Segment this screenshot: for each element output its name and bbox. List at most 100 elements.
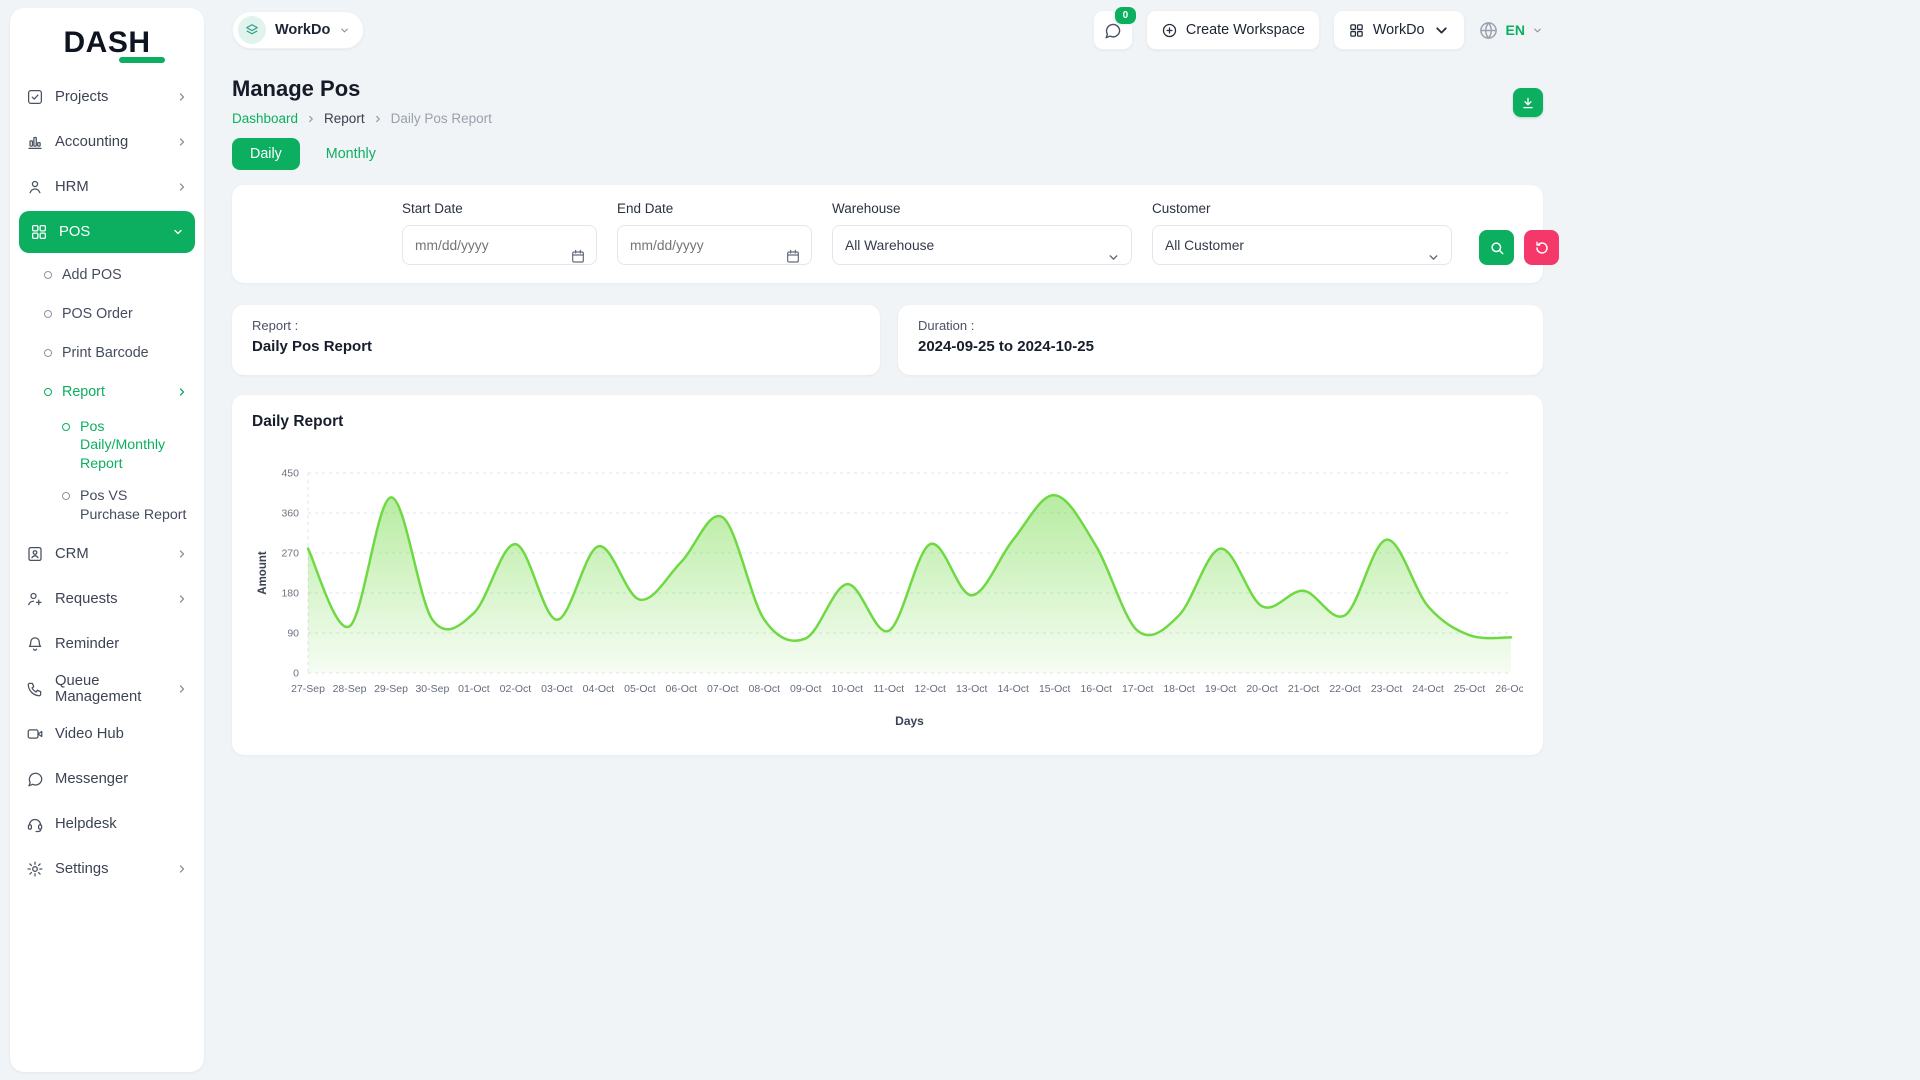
sidebar-item-video-hub[interactable]: Video Hub (10, 711, 204, 756)
sidebar-item-label: Pos VS Purchase Report (80, 487, 188, 524)
chevron-right-icon (373, 114, 383, 124)
reset-filter-button[interactable] (1524, 230, 1559, 265)
svg-text:0: 0 (293, 668, 299, 680)
start-date-label: Start Date (402, 201, 597, 216)
breadcrumb-report[interactable]: Report (324, 111, 365, 126)
svg-text:29-Sep: 29-Sep (374, 683, 408, 695)
svg-text:03-Oct: 03-Oct (541, 683, 573, 695)
accounting-icon (26, 133, 44, 151)
sidebar-item-add-pos[interactable]: Add POS (10, 255, 204, 294)
start-date-input[interactable] (402, 225, 597, 265)
plus-circle-icon (1161, 22, 1178, 39)
svg-text:09-Oct: 09-Oct (790, 683, 822, 695)
messages-button[interactable]: 0 (1093, 10, 1133, 50)
bullet-circle-icon (44, 349, 52, 357)
breadcrumb-dashboard[interactable]: Dashboard (232, 111, 298, 126)
language-code: EN (1506, 22, 1525, 38)
duration-value: 2024-09-25 to 2024-10-25 (918, 338, 1523, 355)
svg-text:24-Oct: 24-Oct (1412, 683, 1444, 695)
tab-monthly[interactable]: Monthly (308, 138, 394, 170)
sidebar-item-messenger[interactable]: Messenger (10, 756, 204, 801)
workspace-avatar (238, 16, 266, 44)
messenger-icon (26, 770, 44, 788)
sidebar-item-reminder[interactable]: Reminder (10, 621, 204, 666)
workspace-selector[interactable]: WorkDo (232, 11, 364, 49)
svg-text:90: 90 (287, 628, 299, 640)
app-logo[interactable]: DASH (10, 20, 204, 66)
bullet-circle-icon (44, 310, 52, 318)
svg-text:27-Sep: 27-Sep (291, 683, 325, 695)
svg-text:12-Oct: 12-Oct (914, 683, 946, 695)
bullet-circle-icon (62, 423, 70, 431)
svg-text:450: 450 (281, 468, 299, 480)
sidebar-item-label: Video Hub (55, 726, 124, 742)
svg-text:14-Oct: 14-Oct (997, 683, 1029, 695)
projects-icon (26, 88, 44, 106)
chevron-right-icon (176, 683, 188, 695)
customer-field: Customer All Customer (1152, 201, 1452, 265)
sidebar-item-crm[interactable]: CRM (10, 531, 204, 576)
page-title: Manage Pos (232, 76, 492, 102)
sidebar-item-pos[interactable]: POS (19, 211, 195, 253)
download-icon (1521, 96, 1535, 110)
language-selector[interactable]: EN (1478, 20, 1543, 41)
sidebar-item-pos-vs-purchase-report[interactable]: Pos VS Purchase Report (10, 480, 204, 531)
requests-icon (26, 590, 44, 608)
svg-text:30-Sep: 30-Sep (415, 683, 449, 695)
svg-text:25-Oct: 25-Oct (1454, 683, 1486, 695)
svg-text:01-Oct: 01-Oct (458, 683, 490, 695)
sidebar-menu: ProjectsAccounting HRM POS Add POSPOS Order… (10, 74, 204, 891)
sidebar-item-pos-daily-monthly-report[interactable]: Pos Daily/Monthly Report (10, 411, 204, 480)
filter-actions (1479, 230, 1559, 265)
create-workspace-label: Create Workspace (1186, 22, 1305, 38)
sidebar-item-settings[interactable]: Settings (10, 846, 204, 891)
sidebar-item-helpdesk[interactable]: Helpdesk (10, 801, 204, 846)
warehouse-select[interactable]: All Warehouse (832, 225, 1132, 265)
sidebar-item-pos-order[interactable]: POS Order (10, 294, 204, 333)
top-bar: WorkDo 0 Create Workspace WorkDo EN (232, 8, 1543, 52)
workspace-name: WorkDo (275, 22, 330, 38)
svg-text:13-Oct: 13-Oct (956, 683, 988, 695)
create-workspace-button[interactable]: Create Workspace (1146, 10, 1320, 50)
chevron-right-icon (176, 386, 188, 398)
hrm-icon (26, 178, 44, 196)
sidebar-item-accounting[interactable]: Accounting (10, 119, 204, 164)
user-menu-label: WorkDo (1373, 22, 1425, 38)
end-date-label: End Date (617, 201, 812, 216)
svg-text:11-Oct: 11-Oct (873, 683, 904, 695)
chevron-down-icon (172, 226, 184, 238)
sidebar-item-projects[interactable]: Projects (10, 74, 204, 119)
bullet-circle-icon (44, 388, 52, 396)
sidebar-item-requests[interactable]: Requests (10, 576, 204, 621)
end-date-input[interactable] (617, 225, 812, 265)
apply-filter-button[interactable] (1479, 230, 1514, 265)
warehouse-label: Warehouse (832, 201, 1132, 216)
sidebar-item-report[interactable]: Report (10, 372, 204, 411)
report-period-tabs: Daily Monthly (232, 138, 394, 170)
svg-text:10-Oct: 10-Oct (832, 683, 864, 695)
sidebar-item-queue-management[interactable]: Queue Management (10, 666, 204, 711)
download-report-button[interactable] (1513, 88, 1543, 117)
svg-text:21-Oct: 21-Oct (1288, 683, 1320, 695)
duration-label: Duration : (918, 318, 1523, 333)
daily-report-chart: 09018027036045027-Sep28-Sep29-Sep30-Sep0… (252, 459, 1523, 731)
tab-daily[interactable]: Daily (232, 138, 300, 170)
sidebar-item-label: HRM (55, 179, 89, 195)
svg-text:07-Oct: 07-Oct (707, 683, 739, 695)
chevron-right-icon (176, 548, 188, 560)
grid-icon (1348, 22, 1365, 39)
sidebar-item-label: POS (59, 224, 90, 240)
customer-select[interactable]: All Customer (1152, 225, 1452, 265)
sidebar-item-hrm[interactable]: HRM (10, 164, 204, 209)
chevron-down-icon (1532, 25, 1543, 36)
chevron-right-icon (176, 863, 188, 875)
svg-text:19-Oct: 19-Oct (1205, 683, 1237, 695)
start-date-field: Start Date (402, 201, 597, 265)
sidebar-item-label: Requests (55, 591, 118, 607)
sidebar-item-label: Reminder (55, 636, 119, 652)
sidebar-item-print-barcode[interactable]: Print Barcode (10, 333, 204, 372)
sidebar-item-label: Print Barcode (62, 345, 149, 361)
user-menu-button[interactable]: WorkDo (1333, 10, 1465, 50)
customer-label: Customer (1152, 201, 1452, 216)
svg-text:23-Oct: 23-Oct (1371, 683, 1403, 695)
